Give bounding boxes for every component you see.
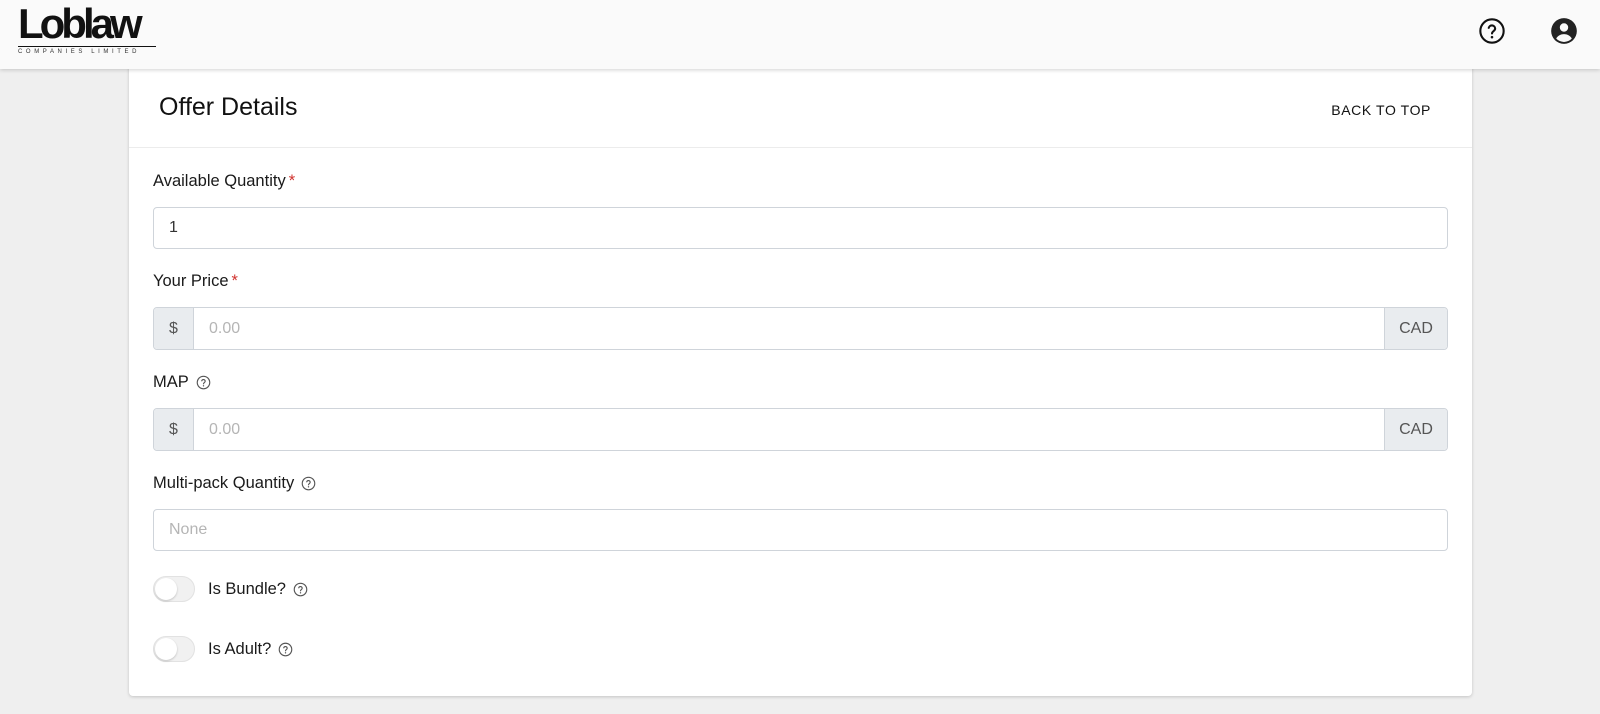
currency-prefix: $: [154, 308, 194, 349]
available-quantity-input[interactable]: [153, 207, 1448, 249]
multipack-help-icon[interactable]: [301, 476, 316, 491]
loblaw-logo[interactable]: Loblaw COMPANIES LIMITED: [18, 0, 158, 58]
is-adult-help-icon[interactable]: [278, 642, 293, 657]
map-help-icon[interactable]: [196, 375, 211, 390]
is-bundle-row: Is Bundle?: [153, 576, 308, 602]
multipack-quantity-label-text: Multi-pack Quantity: [153, 474, 295, 492]
available-quantity-label-text: Available Quantity: [153, 172, 286, 190]
map-label: MAP: [153, 373, 211, 392]
page-title: Offer Details: [159, 93, 298, 121]
is-adult-row: Is Adult?: [153, 636, 293, 662]
map-input[interactable]: [194, 409, 1384, 450]
currency-suffix: CAD: [1384, 308, 1447, 349]
your-price-input[interactable]: [194, 308, 1384, 349]
required-asterisk: *: [231, 272, 238, 290]
logo-wordmark: Loblaw: [18, 0, 143, 47]
currency-prefix: $: [154, 409, 194, 450]
currency-suffix: CAD: [1384, 409, 1447, 450]
back-to-top-button[interactable]: BACK TO TOP: [1331, 102, 1431, 118]
required-asterisk: *: [288, 172, 296, 190]
your-price-input-group: $ CAD: [153, 307, 1448, 350]
logo-subtext: COMPANIES LIMITED: [18, 49, 141, 55]
toggle-knob: [155, 578, 177, 600]
available-quantity-label: Available Quantity *: [153, 172, 295, 191]
your-price-label: Your Price *: [153, 272, 238, 291]
map-label-text: MAP: [153, 373, 189, 391]
help-button[interactable]: [1478, 17, 1506, 45]
is-bundle-help-icon[interactable]: [293, 582, 308, 597]
logo-divider: [18, 46, 156, 47]
multipack-quantity-label: Multi-pack Quantity: [153, 474, 316, 493]
multipack-quantity-input[interactable]: [153, 509, 1448, 551]
toggle-knob: [155, 638, 177, 660]
map-input-group: $ CAD: [153, 408, 1448, 451]
help-circle-icon: [1479, 18, 1505, 44]
offer-details-card: Offer Details BACK TO TOP Available Quan…: [129, 62, 1472, 696]
is-adult-toggle[interactable]: [153, 636, 195, 662]
account-button[interactable]: [1550, 17, 1578, 45]
is-adult-label: Is Adult?: [208, 639, 272, 658]
is-bundle-label: Is Bundle?: [208, 579, 286, 598]
top-navigation-bar: Loblaw COMPANIES LIMITED: [0, 0, 1600, 69]
account-circle-icon: [1551, 18, 1577, 44]
card-header: Offer Details BACK TO TOP: [129, 62, 1472, 148]
your-price-label-text: Your Price: [153, 272, 229, 290]
is-bundle-toggle[interactable]: [153, 576, 195, 602]
